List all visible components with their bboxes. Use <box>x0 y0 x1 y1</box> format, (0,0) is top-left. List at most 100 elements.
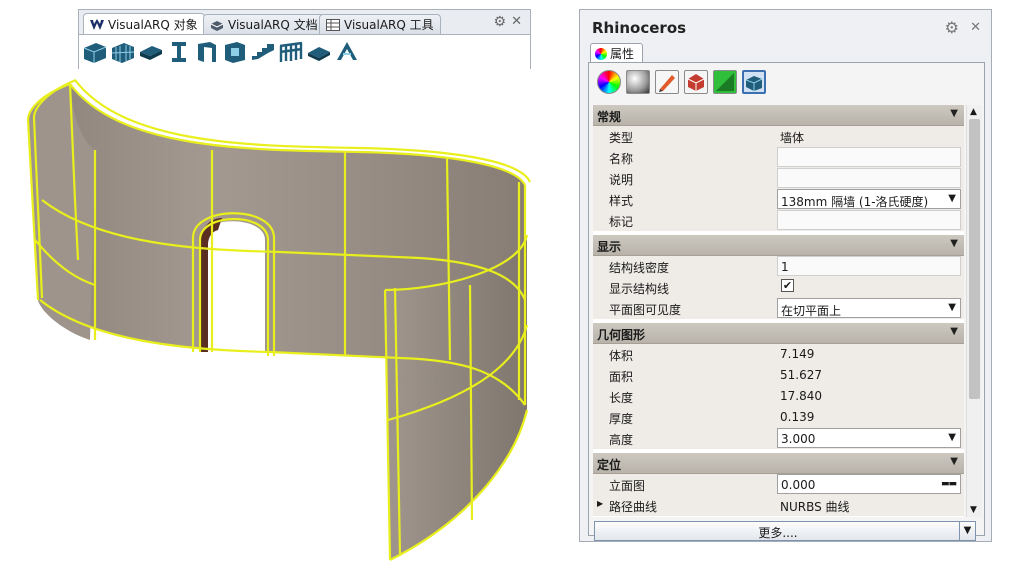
property-row-description: 说明 <box>593 168 964 189</box>
close-icon[interactable]: ✕ <box>970 20 981 35</box>
window-icon <box>225 42 245 63</box>
toolbar-tabs: VisualARQ 对象 VisualARQ 文档 VisualARQ 工具 <box>79 12 530 35</box>
tab-label: VisualARQ 文档 <box>228 18 318 32</box>
chevron-down-icon[interactable]: ▼ <box>950 238 958 249</box>
curtain-wall-button[interactable] <box>110 40 136 64</box>
path-curve-value: NURBS 曲线 <box>780 500 850 514</box>
more-button[interactable]: 更多.... ▼ <box>594 521 976 541</box>
tab-properties-label: 属性 <box>610 47 635 61</box>
document-box-icon <box>210 19 224 31</box>
plan-visibility-value: 在切平面上 <box>781 304 842 318</box>
section-title: 几何图形 <box>597 328 646 342</box>
texture-icon[interactable] <box>713 70 737 94</box>
property-row-name: 名称 <box>593 147 964 168</box>
volume-value: 7.149 <box>780 347 815 361</box>
property-grid[interactable]: 常规 ▼ 类型 墙体 名称 说明 样式 138mm 隔墙 (1-洛氏硬度) ▼ <box>593 105 964 517</box>
curtain-wall-icon <box>111 43 135 63</box>
property-name: 样式 <box>609 194 634 208</box>
property-row-volume: 体积 7.149 <box>593 344 964 365</box>
column-button[interactable] <box>334 40 360 64</box>
section-position[interactable]: 定位 ▼ <box>593 453 964 474</box>
property-name: 平面图可见度 <box>609 303 682 317</box>
property-name: 厚度 <box>609 412 634 426</box>
style-select-value: 138mm 隔墙 (1-洛氏硬度) <box>781 195 929 209</box>
slab-icon <box>140 46 162 60</box>
color-wheel-icon[interactable] <box>597 70 621 94</box>
ellipsis-icon[interactable]: ▬▬ <box>941 479 957 489</box>
close-icon[interactable]: ✕ <box>511 14 522 29</box>
section-display[interactable]: 显示 ▼ <box>593 235 964 256</box>
plan-visibility-select[interactable]: 在切平面上 ▼ <box>777 298 961 318</box>
height-select[interactable]: 3.000 ▼ <box>777 428 961 448</box>
scroll-down-icon[interactable]: ▼ <box>970 505 977 515</box>
panel-title: Rhinoceros <box>592 19 687 37</box>
description-field[interactable] <box>777 168 961 188</box>
property-name: 面积 <box>609 370 634 384</box>
property-name: 名称 <box>609 152 634 166</box>
property-row-area: 面积 51.627 <box>593 365 964 386</box>
gear-icon[interactable]: ⚙ <box>945 18 959 37</box>
door-icon <box>198 42 216 62</box>
vertical-scrollbar[interactable]: ▲ ▼ <box>966 105 982 517</box>
render-icon[interactable] <box>684 70 708 94</box>
elevation-field[interactable]: 0.000 ▬▬ <box>777 474 961 494</box>
name-field[interactable] <box>777 147 961 167</box>
section-general[interactable]: 常规 ▼ <box>593 105 964 126</box>
section-geometry[interactable]: 几何图形 ▼ <box>593 323 964 344</box>
window-button[interactable] <box>222 40 248 64</box>
chevron-down-icon[interactable]: ▼ <box>950 326 958 337</box>
show-isocurves-checkbox[interactable]: ✔ <box>781 279 794 292</box>
chevron-down-icon[interactable]: ▼ <box>950 108 958 119</box>
stair-button[interactable] <box>250 40 276 64</box>
roof-button[interactable] <box>306 40 332 64</box>
scrollbar-thumb[interactable] <box>969 119 980 399</box>
property-name: 路径曲线 <box>609 500 658 514</box>
property-name: 高度 <box>609 433 634 447</box>
pencil-icon[interactable] <box>655 70 679 94</box>
slab-button[interactable] <box>138 40 164 64</box>
property-row-isocurve-density: 结构线密度 1 <box>593 256 964 277</box>
door-button[interactable] <box>194 40 220 64</box>
property-name: 显示结构线 <box>609 282 670 296</box>
tab-visualarq-document[interactable]: VisualARQ 文档 <box>203 14 325 34</box>
property-row-thickness: 厚度 0.139 <box>593 407 964 428</box>
scroll-up-icon[interactable]: ▲ <box>970 107 977 117</box>
property-row-show-isocurves: 显示结构线 ✔ <box>593 277 964 298</box>
elevation-value: 0.000 <box>781 478 816 492</box>
section-title: 显示 <box>597 240 622 254</box>
chevron-down-icon: ▼ <box>948 432 956 443</box>
railing-button[interactable] <box>278 40 304 64</box>
properties-body: 常规 ▼ 类型 墙体 名称 说明 样式 138mm 隔墙 (1-洛氏硬度) ▼ <box>588 62 985 541</box>
tools-table-icon <box>326 18 340 31</box>
area-value: 51.627 <box>780 368 822 382</box>
property-row-path-curve: ▶ 路径曲线 NURBS 曲线 <box>593 495 964 516</box>
material-sphere-icon[interactable] <box>626 70 650 94</box>
section-title: 常规 <box>597 110 622 124</box>
section-title: 定位 <box>597 458 622 472</box>
style-select[interactable]: 138mm 隔墙 (1-洛氏硬度) ▼ <box>777 189 961 209</box>
roof-icon <box>308 47 330 61</box>
door-opening <box>200 221 265 356</box>
thickness-value: 0.139 <box>780 410 815 424</box>
chevron-down-icon[interactable]: ▼ <box>950 456 958 467</box>
property-row-height: 高度 3.000 ▼ <box>593 428 964 449</box>
beam-button[interactable] <box>166 40 192 64</box>
property-name: 结构线密度 <box>609 261 670 275</box>
expand-arrow-icon[interactable]: ▶ <box>597 499 603 508</box>
property-name: 立面图 <box>609 479 646 493</box>
tab-visualarq-objects[interactable]: VisualARQ 对象 <box>83 13 205 35</box>
tab-label: VisualARQ 对象 <box>108 18 198 32</box>
gear-icon[interactable]: ⚙ <box>493 14 506 30</box>
tab-properties[interactable]: 属性 <box>590 43 644 63</box>
property-name: 长度 <box>609 391 634 405</box>
tab-visualarq-tools[interactable]: VisualARQ 工具 <box>319 14 441 34</box>
wall-object-icon[interactable] <box>742 70 766 94</box>
wall-button[interactable] <box>82 40 108 64</box>
tag-field[interactable] <box>777 210 961 230</box>
property-name: 标记 <box>609 215 634 229</box>
chevron-down-icon: ▼ <box>948 302 956 313</box>
show-isocurves-cell: ✔ <box>777 277 961 297</box>
chevron-down-icon[interactable]: ▼ <box>959 522 975 540</box>
color-wheel-icon <box>595 47 607 60</box>
isocurve-density-field[interactable]: 1 <box>777 256 961 276</box>
